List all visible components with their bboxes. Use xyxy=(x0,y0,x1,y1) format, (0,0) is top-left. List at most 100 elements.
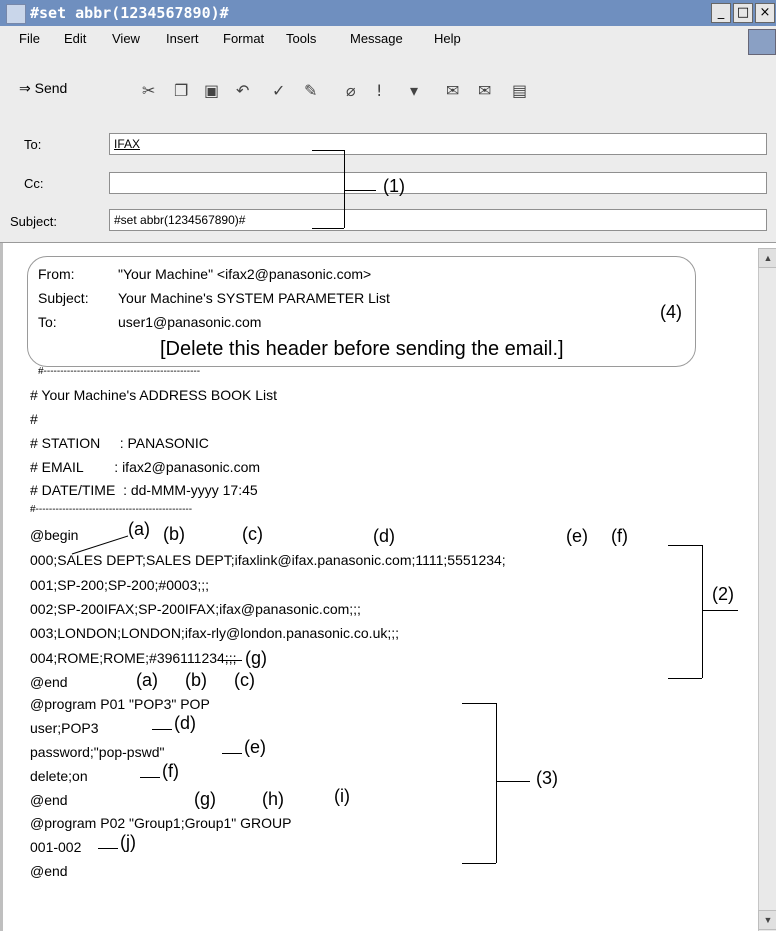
menu-help[interactable]: Help xyxy=(434,31,461,46)
menu-tools[interactable]: Tools xyxy=(286,31,316,46)
cc-label: Cc: xyxy=(24,176,44,191)
check-names-icon[interactable]: ✓ xyxy=(272,81,285,100)
label-h: (h) xyxy=(262,789,284,809)
callout-2-pointer xyxy=(702,610,738,611)
label-i: (i) xyxy=(334,786,350,806)
send-icon: ⇒ xyxy=(19,80,31,96)
copy-icon[interactable]: ❐ xyxy=(174,81,188,100)
undo-icon[interactable]: ↶ xyxy=(236,81,249,100)
to-label: To: xyxy=(24,137,42,152)
label-f-2: (f) xyxy=(162,761,179,781)
group-line: 001-002 xyxy=(30,839,82,855)
menu-message[interactable]: Message xyxy=(350,31,403,46)
end-line-2: @end xyxy=(30,792,68,808)
from-value: "Your Machine" <ifax2@panasonic.com> xyxy=(118,266,372,282)
body-line-datetime: # DATE/TIME : dd-MMM-yyyy 17:45 xyxy=(30,482,258,498)
callout-3-line-top xyxy=(462,703,496,704)
label-f-2-leader xyxy=(140,777,160,778)
encrypt-icon[interactable]: ✉ xyxy=(478,81,491,100)
label-e-2: (e) xyxy=(244,737,266,757)
label-c-2: (c) xyxy=(234,670,255,690)
label-d-1: (d) xyxy=(373,526,395,546)
label-b-1: (b) xyxy=(163,524,185,544)
label-b-2: (b) xyxy=(185,670,207,690)
close-button[interactable]: × xyxy=(755,3,775,23)
menu-file[interactable]: File xyxy=(19,31,40,46)
address-row-004: 004;ROME;ROME;#396111234;;; xyxy=(30,650,237,666)
body-line-title: # Your Machine's ADDRESS BOOK List xyxy=(30,387,278,403)
program-p01-line: @program P01 "POP3" POP xyxy=(30,696,210,712)
minimize-button[interactable]: _ xyxy=(711,3,731,23)
toolbar xyxy=(0,56,776,119)
address-row-003: 003;LONDON;LONDON;ifax-rly@london.panaso… xyxy=(30,625,400,641)
callout-1-bracket xyxy=(344,150,345,228)
subject-field[interactable]: #set abbr(1234567890)# xyxy=(109,209,767,231)
callout-1-line-top xyxy=(312,150,344,151)
program-p02-line: @program P02 "Group1;Group1" GROUP xyxy=(30,815,292,831)
callout-3: (3) xyxy=(536,768,558,788)
priority-icon[interactable]: ! xyxy=(376,81,382,100)
label-c-1: (c) xyxy=(242,524,263,544)
header-subject-label: Subject: xyxy=(38,290,89,306)
header-to-value: user1@panasonic.com xyxy=(118,314,262,330)
header-to-label: To: xyxy=(38,314,57,330)
user-line: user;POP3 xyxy=(30,720,99,736)
subject-label: Subject: xyxy=(10,214,57,229)
priority-dropdown-icon[interactable]: ▾ xyxy=(410,81,418,100)
to-field[interactable]: IFAX xyxy=(109,133,767,155)
label-g-2: (g) xyxy=(194,789,216,809)
cut-icon[interactable]: ✂ xyxy=(142,81,155,100)
window-title: #set abbr(1234567890)# xyxy=(30,4,229,22)
label-j: (j) xyxy=(120,832,136,852)
end-line-1: @end xyxy=(30,674,68,690)
callout-3-pointer xyxy=(496,781,530,782)
separator-1: #---------------------------------------… xyxy=(38,366,201,377)
separator-2: #---------------------------------------… xyxy=(30,504,193,515)
callout-1-pointer xyxy=(344,190,376,191)
menu-insert[interactable]: Insert xyxy=(166,31,199,46)
body-line-station: # STATION : PANASONIC xyxy=(30,435,209,451)
new-message-icon xyxy=(6,4,26,24)
label-g-1-leader xyxy=(222,660,242,661)
send-button[interactable]: ⇒ Send xyxy=(19,80,67,97)
menu-format[interactable]: Format xyxy=(223,31,264,46)
label-j-leader xyxy=(98,848,118,849)
label-d-2: (d) xyxy=(174,713,196,733)
callout-3-bracket xyxy=(496,703,497,863)
menu-edit[interactable]: Edit xyxy=(64,31,86,46)
subject-field-value: #set abbr(1234567890)# xyxy=(114,213,246,227)
password-line: password;"pop-pswd" xyxy=(30,744,165,760)
callout-2-line-top xyxy=(668,545,702,546)
header-subject-value: Your Machine's SYSTEM PARAMETER List xyxy=(118,290,390,306)
label-e-2-leader xyxy=(222,753,242,754)
cc-field[interactable] xyxy=(109,172,767,194)
sign-icon[interactable]: ✉ xyxy=(446,81,459,100)
from-label: From: xyxy=(38,266,75,282)
offline-icon[interactable]: ▤ xyxy=(512,81,527,100)
spelling-icon[interactable]: ✎ xyxy=(304,81,317,100)
menu-view[interactable]: View xyxy=(112,31,140,46)
address-row-001: 001;SP-200;SP-200;#0003;;; xyxy=(30,577,210,593)
label-d-2-leader xyxy=(152,729,172,730)
send-label: Send xyxy=(34,80,68,96)
paste-icon[interactable]: ▣ xyxy=(204,81,219,100)
vertical-scrollbar[interactable] xyxy=(758,248,776,931)
callout-2: (2) xyxy=(712,584,734,604)
callout-2-bracket xyxy=(702,545,703,678)
attach-icon[interactable]: ⌀ xyxy=(346,81,356,100)
callout-4: (4) xyxy=(660,302,682,322)
label-g-1: (g) xyxy=(245,648,267,668)
label-a-1: (a) xyxy=(128,519,150,539)
body-line-email: # EMAIL : ifax2@panasonic.com xyxy=(30,459,261,475)
callout-1-line-bottom xyxy=(312,228,344,229)
address-row-000: 000;SALES DEPT;SALES DEPT;ifaxlink@ifax.… xyxy=(30,552,506,568)
cc-field-value xyxy=(110,176,114,190)
scroll-up-button[interactable]: ▲ xyxy=(758,248,776,268)
end-line-3: @end xyxy=(30,863,68,879)
windows-logo-icon xyxy=(748,29,776,55)
label-f-1: (f) xyxy=(611,526,628,546)
maximize-button[interactable]: □ xyxy=(733,3,753,23)
scroll-down-button[interactable]: ▼ xyxy=(758,910,776,930)
delete-line: delete;on xyxy=(30,768,88,784)
to-field-value: IFAX xyxy=(114,137,141,151)
